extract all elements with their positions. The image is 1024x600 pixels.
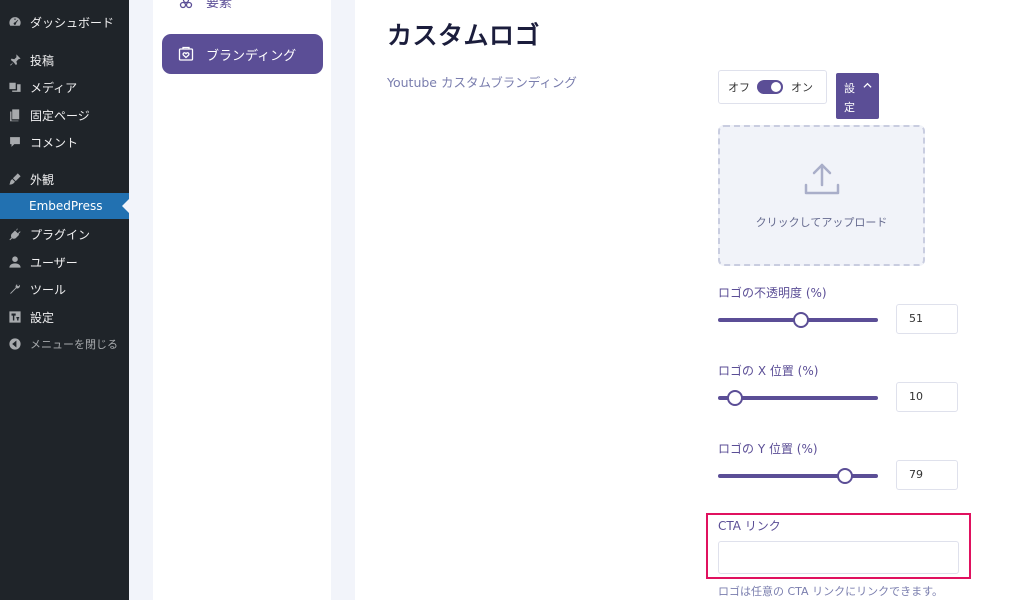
menu-item-users[interactable]: ユーザー	[0, 249, 129, 275]
x-position-slider-label: ロゴの X 位置 (%)	[718, 364, 819, 378]
menu-item-media[interactable]: メディア	[0, 74, 129, 100]
slider-thumb[interactable]	[727, 390, 743, 406]
toggle-on-label: オン	[791, 81, 813, 94]
slider-thumb[interactable]	[792, 312, 809, 328]
custom-logo-panel: カスタムロゴ Youtube カスタムブランディング オフ オン 設定 クリック…	[355, 0, 1024, 600]
nav-item-label: ブランディング	[206, 48, 297, 64]
menu-item-settings[interactable]: 設定	[0, 304, 129, 330]
y-position-slider-label: ロゴの Y 位置 (%)	[718, 442, 818, 456]
menu-label: 固定ページ	[30, 108, 90, 123]
nav-item-elements[interactable]: 要素	[178, 0, 232, 11]
menu-item-posts[interactable]: 投稿	[0, 47, 129, 73]
menu-label: 設定	[30, 310, 55, 325]
toggle-off-label: オフ	[728, 81, 750, 94]
plugin-nav: 要素 ブランディング	[153, 0, 331, 600]
menu-item-dashboard[interactable]: ダッシュボード	[0, 9, 129, 35]
menu-item-appearance[interactable]: 外観	[0, 166, 129, 192]
page-icon	[8, 108, 22, 122]
dashboard-icon	[8, 15, 22, 29]
plugin-icon	[8, 227, 22, 241]
slider-thumb[interactable]	[837, 468, 854, 484]
menu-item-tools[interactable]: ツール	[0, 276, 129, 302]
media-icon	[8, 80, 22, 94]
opacity-slider[interactable]	[718, 312, 878, 328]
pin-icon	[8, 53, 22, 67]
menu-item-plugins[interactable]: プラグイン	[0, 221, 129, 247]
wrench-icon	[8, 282, 22, 296]
menu-label: 投稿	[30, 53, 55, 68]
settings-button[interactable]: 設定	[836, 73, 879, 119]
chevron-up-icon	[863, 82, 872, 88]
menu-item-comments[interactable]: コメント	[0, 129, 129, 155]
active-indicator	[122, 199, 129, 213]
upload-text: クリックしてアップロード	[755, 216, 888, 229]
nav-item-label: 要素	[206, 0, 233, 11]
page-title: カスタムロゴ	[387, 22, 541, 50]
menu-label: プラグイン	[30, 227, 91, 242]
collapse-menu-button[interactable]: メニューを閉じる	[0, 331, 129, 357]
settings-button-label: 設定	[844, 82, 855, 114]
toggle-knob	[771, 82, 781, 92]
nav-item-branding[interactable]: ブランディング	[162, 34, 323, 74]
menu-label: メディア	[30, 80, 78, 95]
cta-link-input[interactable]	[718, 541, 959, 574]
admin-sidebar: ダッシュボード 投稿 メディア 固定ページ コメント 外観 EmbedPress…	[0, 0, 129, 600]
menu-label: ダッシュボード	[30, 15, 115, 30]
menu-item-embedpress[interactable]: EmbedPress	[0, 193, 129, 219]
logo-upload-dropzone[interactable]: クリックしてアップロード	[718, 125, 925, 266]
menu-item-pages[interactable]: 固定ページ	[0, 102, 129, 128]
menu-label: メニューを閉じる	[30, 338, 118, 351]
menu-label: コメント	[30, 135, 79, 150]
branding-icon	[178, 46, 194, 61]
youtube-branding-label: Youtube カスタムブランディング	[387, 75, 577, 90]
brush-icon	[8, 172, 22, 186]
branding-toggle-switch[interactable]	[757, 80, 783, 94]
settings-icon	[8, 310, 22, 324]
cta-help-text: ロゴは任意の CTA リンクにリンクできます。	[718, 585, 943, 598]
cta-link-label: CTA リンク	[718, 519, 781, 533]
menu-label: 外観	[30, 172, 55, 187]
branding-toggle-group: オフ オン	[718, 70, 827, 104]
opacity-input[interactable]: 51	[896, 304, 958, 334]
slider-track	[718, 474, 878, 478]
upload-icon	[804, 163, 840, 195]
x-position-input[interactable]: 10	[896, 382, 958, 412]
y-position-input[interactable]: 79	[896, 460, 958, 490]
menu-label: ツール	[30, 282, 67, 297]
opacity-slider-label: ロゴの不透明度 (%)	[718, 286, 827, 300]
menu-label: EmbedPress	[29, 199, 103, 213]
menu-label: ユーザー	[30, 255, 78, 270]
user-icon	[8, 255, 22, 269]
collapse-icon	[8, 337, 22, 351]
y-position-slider[interactable]	[718, 468, 878, 484]
comment-icon	[8, 135, 22, 149]
elements-icon	[179, 0, 193, 8]
x-position-slider[interactable]	[718, 390, 878, 406]
